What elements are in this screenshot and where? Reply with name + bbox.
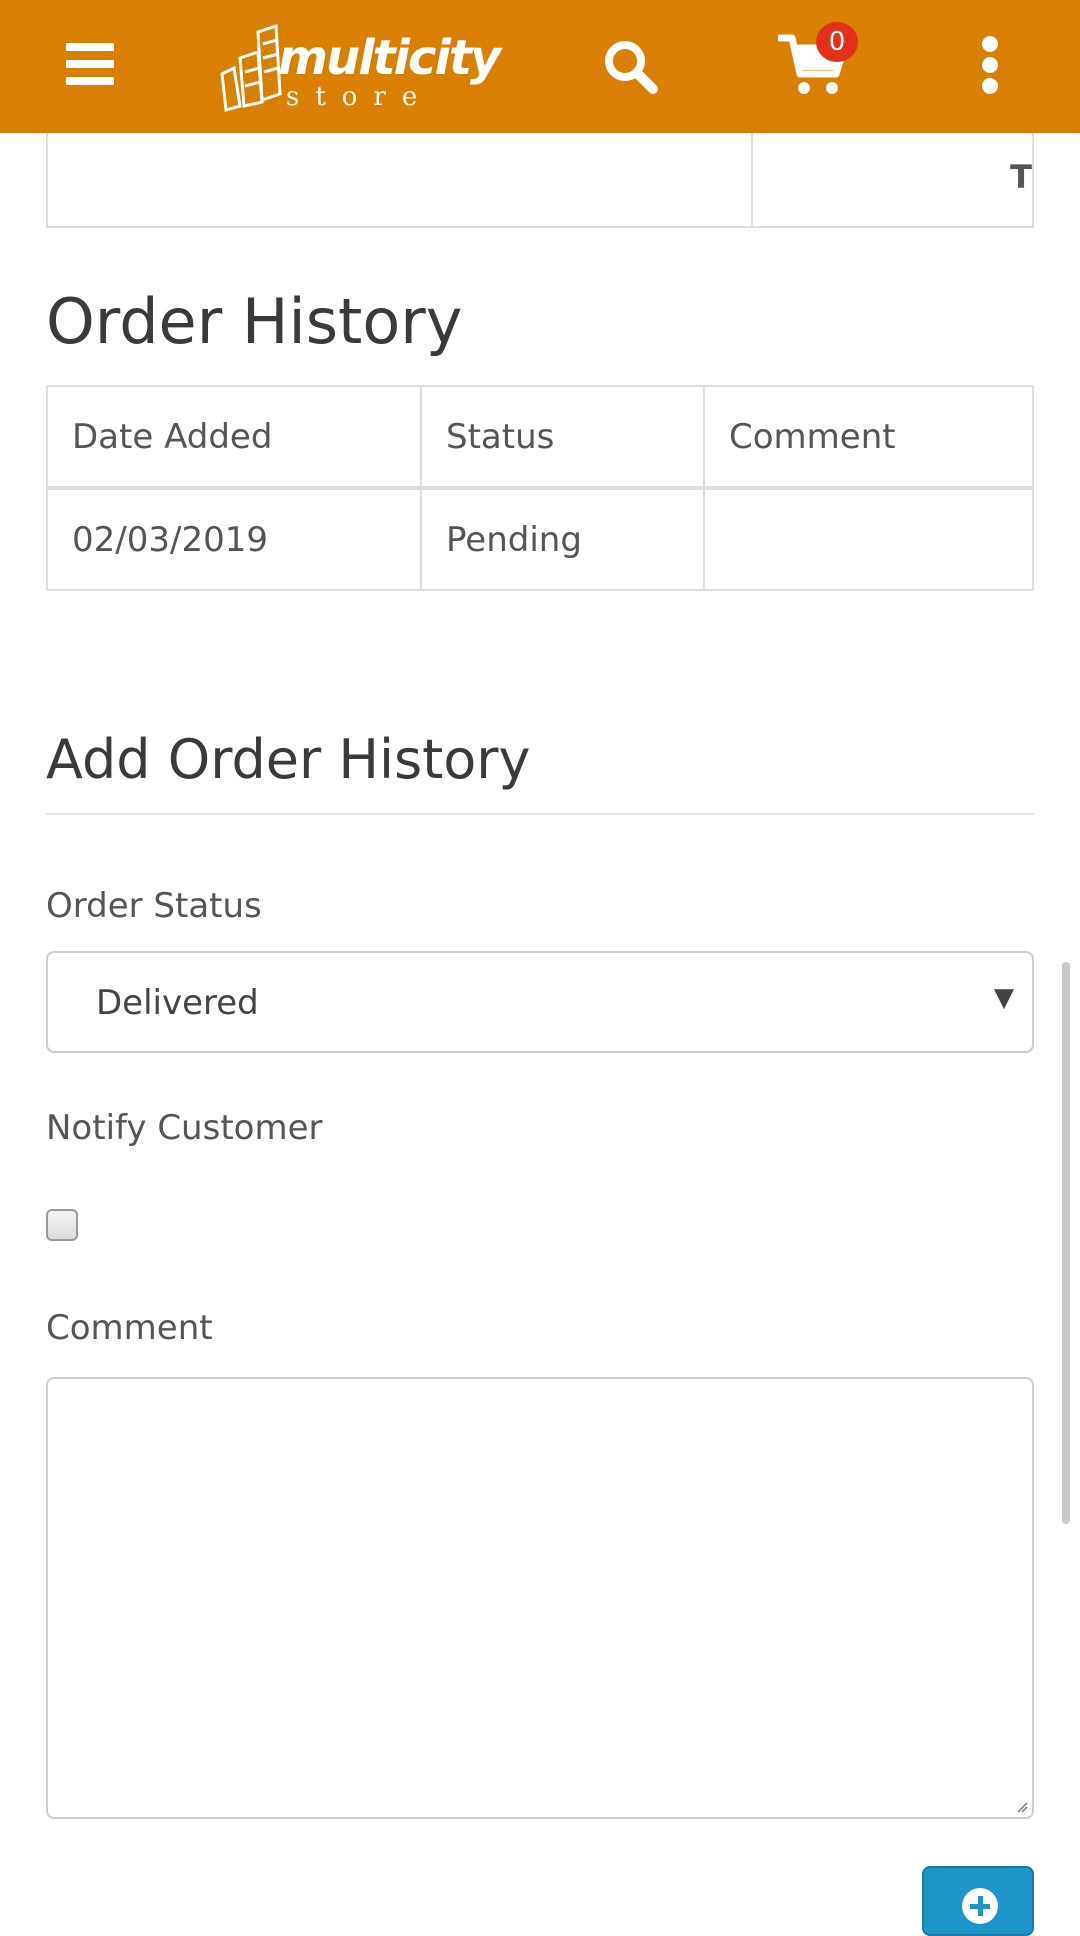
notify-customer-checkbox[interactable] [46,1209,78,1241]
resize-grip-icon[interactable] [1016,1801,1028,1813]
column-header-comment: Comment [703,385,1034,490]
search-icon[interactable] [600,36,660,96]
top-app-bar: multicity store 0 [0,0,1080,133]
hamburger-menu-icon[interactable] [66,43,114,85]
comment-textarea[interactable] [46,1377,1034,1819]
dropdown-arrow-icon: ▼ [994,983,1014,1013]
multicity-store-logo[interactable]: multicity store [214,22,501,112]
order-status-selected-value: Delivered [96,983,259,1023]
partial-cell-text: T [1010,158,1032,196]
cart-count-badge: 0 [816,22,858,62]
order-status-select[interactable]: Delivered ▼ [46,951,1034,1053]
add-order-history-title: Add Order History [46,728,531,791]
add-history-button[interactable] [922,1866,1034,1936]
order-history-title: Order History [46,285,463,358]
order-history-table: Date Added Status Comment 02/03/2019 Pen… [46,385,1034,591]
column-header-status: Status [420,385,705,490]
cell-status: Pending [420,487,705,591]
column-header-date-added: Date Added [46,385,422,490]
cell-comment [703,487,1034,591]
table-row: 02/03/2019 Pending [46,487,1034,591]
logo-subtitle: store [286,82,434,112]
notify-customer-label: Notify Customer [46,1108,323,1148]
buildings-logo-icon [220,23,282,112]
scrollbar[interactable] [1062,962,1070,1524]
plus-circle-icon [962,1888,998,1924]
comment-label: Comment [46,1308,213,1348]
table-header-row: Date Added Status Comment [46,385,1034,490]
section-divider [46,813,1034,815]
order-status-label: Order Status [46,886,262,926]
logo-wordmark: multicity [278,30,501,86]
more-options-icon[interactable] [980,36,1000,94]
cell-date-added: 02/03/2019 [46,487,422,591]
